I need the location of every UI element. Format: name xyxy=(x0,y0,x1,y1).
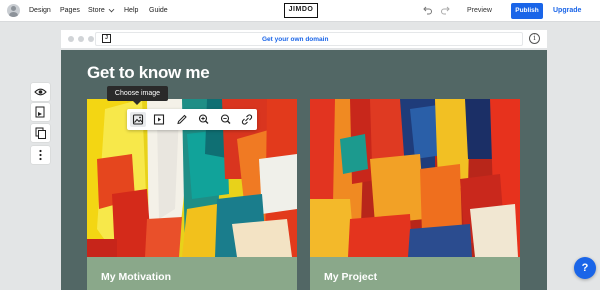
nav-store[interactable]: Store xyxy=(88,6,105,16)
card-title[interactable]: My Motivation xyxy=(101,271,171,284)
zoom-in-icon[interactable] xyxy=(196,112,212,127)
undo-icon[interactable] xyxy=(423,5,433,15)
pencil-icon[interactable] xyxy=(174,112,190,127)
card-title[interactable]: My Project xyxy=(324,271,377,284)
image-toolbar xyxy=(127,109,257,130)
help-button[interactable]: ? xyxy=(574,257,596,279)
window-dot xyxy=(78,36,84,42)
card-footer: My Project xyxy=(310,257,520,290)
nav-help[interactable]: Help xyxy=(124,6,138,16)
rail-more-button[interactable] xyxy=(31,146,50,164)
copy-icon xyxy=(31,124,50,142)
window-dot xyxy=(68,36,74,42)
get-domain-link[interactable]: Get your own domain xyxy=(262,35,328,44)
site-favicon: J xyxy=(102,34,111,43)
rail-copy-button[interactable] xyxy=(31,124,50,142)
card-footer: My Motivation xyxy=(87,257,297,290)
zoom-out-icon[interactable] xyxy=(218,112,234,127)
rail-visibility-button[interactable] xyxy=(31,83,50,101)
video-icon[interactable] xyxy=(151,112,167,127)
chevron-down-icon[interactable] xyxy=(108,6,115,13)
publish-button[interactable]: Publish xyxy=(511,3,543,19)
image-icon[interactable] xyxy=(130,112,146,127)
nav-guide[interactable]: Guide xyxy=(149,6,168,16)
top-bar: Design Pages Store Help Guide JIMDO Prev… xyxy=(0,0,600,22)
eye-icon xyxy=(31,83,50,101)
window-dot xyxy=(88,36,94,42)
link-icon[interactable] xyxy=(239,112,255,127)
jimdo-logo: JIMDO xyxy=(284,3,318,18)
avatar[interactable] xyxy=(7,4,20,17)
nav-design[interactable]: Design xyxy=(29,6,51,16)
nav-pages[interactable]: Pages xyxy=(60,6,80,16)
layers-icon xyxy=(31,103,50,121)
rail-layers-button[interactable] xyxy=(31,103,50,121)
info-icon[interactable]: i xyxy=(529,33,540,44)
card-image-project[interactable] xyxy=(310,99,520,257)
choose-image-tooltip: Choose image xyxy=(107,86,168,105)
more-vertical-icon xyxy=(31,146,50,164)
redo-icon[interactable] xyxy=(440,5,450,15)
upgrade-button[interactable]: Upgrade xyxy=(553,6,581,16)
section-title[interactable]: Get to know me xyxy=(87,62,210,84)
preview-button[interactable]: Preview xyxy=(467,6,492,16)
